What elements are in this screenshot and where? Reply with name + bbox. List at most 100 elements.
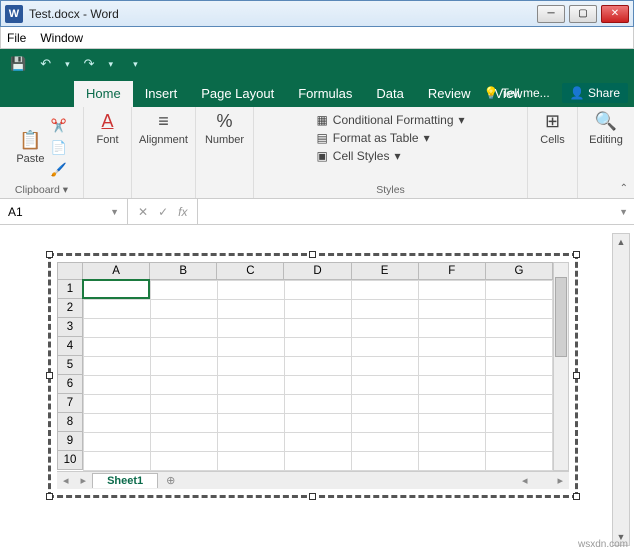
embedded-excel-object[interactable]: A B C D E F G 1 2 3 4 5 6 7 8 9 10 <box>48 253 578 498</box>
col-header[interactable]: B <box>150 262 217 280</box>
formula-cancel-icon[interactable]: ✕ <box>138 205 148 219</box>
worksheet: A B C D E F G 1 2 3 4 5 6 7 8 9 10 <box>57 262 569 489</box>
name-box-value: A1 <box>8 205 23 219</box>
group-font: A Font <box>84 107 132 198</box>
sheet-horizontal-scrollbar[interactable]: ◂▸ <box>183 474 569 487</box>
close-button[interactable]: ✕ <box>601 5 629 23</box>
watermark: wsxdn.com <box>578 539 628 550</box>
row-header[interactable]: 10 <box>57 451 83 470</box>
col-header[interactable]: G <box>486 262 553 280</box>
cell-grid[interactable] <box>83 280 553 471</box>
paste-button[interactable]: 📋 Paste <box>16 130 44 165</box>
row-header[interactable]: 1 <box>57 280 83 299</box>
tab-insert[interactable]: Insert <box>133 81 190 107</box>
row-header[interactable]: 2 <box>57 299 83 318</box>
tab-nav-prev-icon[interactable]: ◂ <box>57 474 75 487</box>
resize-handle[interactable] <box>46 493 53 500</box>
conditional-formatting-button[interactable]: ▦Conditional Formatting ▾ <box>316 113 464 127</box>
row-header[interactable]: 9 <box>57 432 83 451</box>
row-header[interactable]: 8 <box>57 413 83 432</box>
clipboard-icon: 📋 <box>19 130 41 151</box>
expand-formula-bar-icon[interactable]: ▼ <box>619 207 628 217</box>
col-header[interactable]: A <box>83 262 150 280</box>
number-button[interactable]: % Number <box>205 111 244 146</box>
group-clipboard: 📋 Paste ✂️ 📄 🖌️ Clipboard ▾ <box>0 107 84 198</box>
col-header[interactable]: D <box>284 262 351 280</box>
tab-home[interactable]: Home <box>74 81 133 107</box>
collapse-ribbon-icon[interactable]: ⌃ <box>620 183 628 194</box>
menu-window[interactable]: Window <box>40 31 83 45</box>
tab-nav-next-icon[interactable]: ▸ <box>75 474 93 487</box>
undo-icon[interactable]: ↶ <box>40 56 51 72</box>
cell-styles-icon: ▣ <box>316 149 327 163</box>
window-title: Test.docx - Word <box>29 7 537 21</box>
sheet-tab-bar: ◂ ▸ Sheet1 ⊕ ◂▸ <box>57 471 569 489</box>
font-label: Font <box>96 134 118 146</box>
cell-styles-button[interactable]: ▣Cell Styles ▾ <box>316 149 400 163</box>
col-header[interactable]: E <box>352 262 419 280</box>
save-icon[interactable]: 💾 <box>10 56 26 72</box>
minimize-button[interactable]: ─ <box>537 5 565 23</box>
menu-file[interactable]: File <box>7 31 26 45</box>
cells-label: Cells <box>540 134 564 146</box>
row-header[interactable]: 6 <box>57 375 83 394</box>
ribbon: 📋 Paste ✂️ 📄 🖌️ Clipboard ▾ A Font ≡ Ali… <box>0 107 634 199</box>
styles-group-label: Styles <box>376 184 405 196</box>
resize-handle[interactable] <box>309 251 316 258</box>
row-header[interactable]: 3 <box>57 318 83 337</box>
tab-review[interactable]: Review <box>416 81 483 107</box>
editing-label: Editing <box>589 134 623 146</box>
sheet-tab[interactable]: Sheet1 <box>92 473 158 488</box>
editing-button[interactable]: 🔍 Editing <box>589 111 623 146</box>
cells-button[interactable]: ⊞ Cells <box>540 111 564 146</box>
name-box[interactable]: A1 ▼ <box>0 199 128 224</box>
redo-icon[interactable]: ↷ <box>84 56 95 72</box>
formula-input[interactable]: ▼ <box>197 199 634 224</box>
redo-dropdown-icon[interactable]: ▾ <box>109 59 114 70</box>
maximize-button[interactable]: ▢ <box>569 5 597 23</box>
scroll-up-icon[interactable]: ▲ <box>613 234 629 250</box>
tab-formulas[interactable]: Formulas <box>286 81 364 107</box>
quick-access-toolbar: 💾 ↶ ▾ ↷ ▾ ▾ <box>0 49 634 79</box>
document-canvas: ▲ ▼ A B C D E F G 1 2 3 <box>0 225 634 554</box>
new-sheet-icon[interactable]: ⊕ <box>158 474 183 487</box>
insert-function-icon[interactable]: fx <box>178 205 187 219</box>
resize-handle[interactable] <box>573 372 580 379</box>
percent-icon: % <box>216 111 232 132</box>
share-button[interactable]: 👤 Share <box>562 83 628 103</box>
tell-me-search[interactable]: 💡 Tell me... <box>484 86 550 100</box>
col-header[interactable]: F <box>419 262 486 280</box>
row-header[interactable]: 4 <box>57 337 83 356</box>
group-number: % Number <box>196 107 254 198</box>
resize-handle[interactable] <box>573 493 580 500</box>
copy-icon[interactable]: 📄 <box>50 140 66 156</box>
col-header[interactable]: C <box>217 262 284 280</box>
row-header[interactable]: 7 <box>57 394 83 413</box>
select-all-corner[interactable] <box>57 262 83 280</box>
find-icon: 🔍 <box>595 111 617 132</box>
resize-handle[interactable] <box>309 493 316 500</box>
formula-enter-icon[interactable]: ✓ <box>158 205 168 219</box>
tab-page-layout[interactable]: Page Layout <box>189 81 286 107</box>
row-header[interactable]: 5 <box>57 356 83 375</box>
resize-handle[interactable] <box>46 251 53 258</box>
document-scrollbar[interactable]: ▲ ▼ <box>612 233 630 546</box>
sheet-vertical-scrollbar[interactable] <box>553 262 569 471</box>
format-painter-icon[interactable]: 🖌️ <box>50 162 66 178</box>
qat-customize-icon[interactable]: ▾ <box>133 59 138 70</box>
column-headers: A B C D E F G <box>83 262 553 280</box>
tab-data[interactable]: Data <box>364 81 415 107</box>
cut-icon[interactable]: ✂️ <box>50 118 66 134</box>
formula-bar: A1 ▼ ✕ ✓ fx ▼ <box>0 199 634 225</box>
alignment-button[interactable]: ≡ Alignment <box>139 111 188 146</box>
font-button[interactable]: A Font <box>96 111 118 146</box>
table-icon: ▤ <box>316 131 327 145</box>
group-styles: ▦Conditional Formatting ▾ ▤Format as Tab… <box>254 107 528 198</box>
resize-handle[interactable] <box>46 372 53 379</box>
resize-handle[interactable] <box>573 251 580 258</box>
number-label: Number <box>205 134 244 146</box>
undo-dropdown-icon[interactable]: ▾ <box>65 59 70 70</box>
name-box-dropdown-icon[interactable]: ▼ <box>110 207 119 217</box>
format-as-table-button[interactable]: ▤Format as Table ▾ <box>316 131 429 145</box>
group-alignment: ≡ Alignment <box>132 107 196 198</box>
